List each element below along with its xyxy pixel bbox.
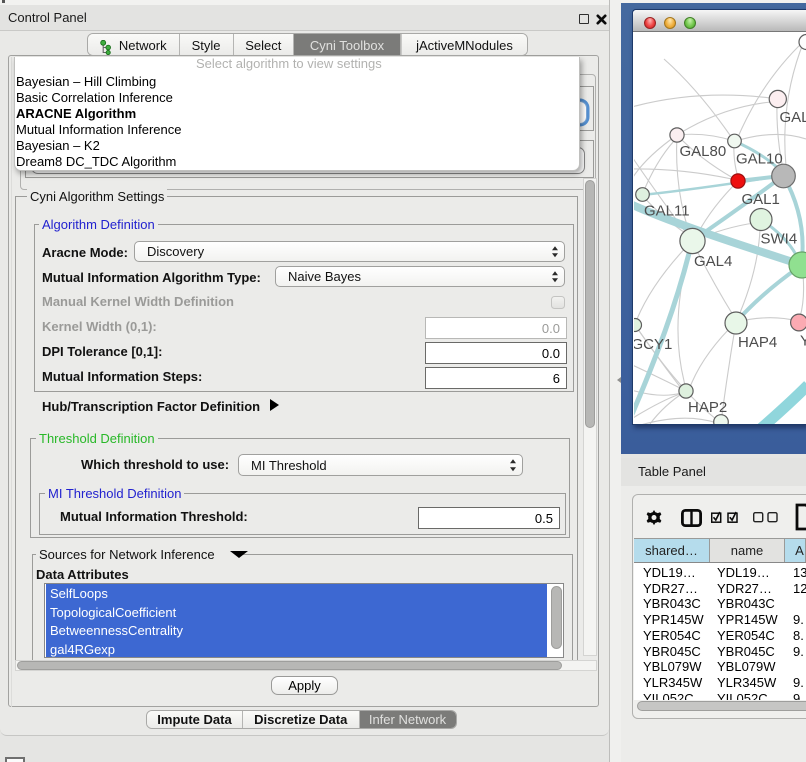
svg-text:SWI4: SWI4	[761, 231, 798, 248]
svg-text:GCY1: GCY1	[634, 336, 672, 353]
svg-text:HAP2: HAP2	[688, 399, 727, 416]
svg-text:YB: YB	[800, 333, 806, 350]
svg-text:GAL1: GAL1	[742, 191, 780, 208]
svg-text:HAP4: HAP4	[738, 334, 777, 351]
svg-text:GAL11: GAL11	[644, 202, 690, 219]
svg-text:GAL80: GAL80	[680, 143, 727, 160]
svg-text:GAL4: GAL4	[694, 253, 732, 270]
svg-text:GAL10: GAL10	[736, 151, 783, 168]
svg-text:GAL7: GAL7	[780, 109, 806, 126]
